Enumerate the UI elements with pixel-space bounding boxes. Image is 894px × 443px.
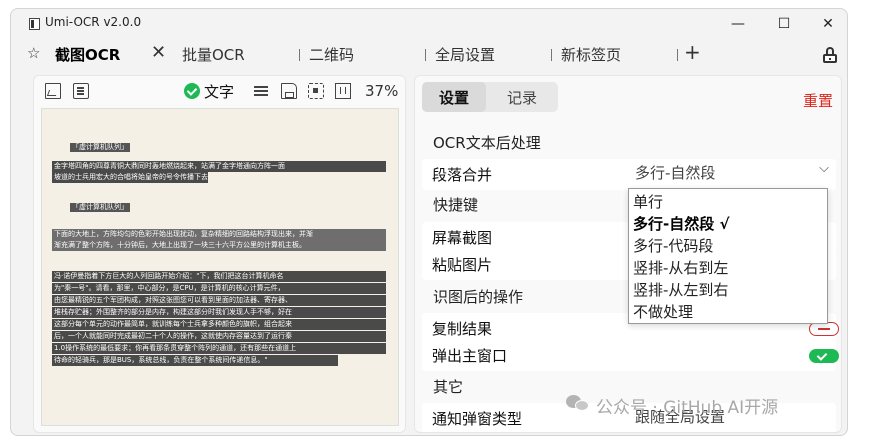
setting-row-popup-main: 弹出主窗口 — [422, 340, 839, 371]
notify-type-label: 通知弹窗类型 — [432, 410, 523, 428]
minimize-button[interactable]: — — [715, 9, 761, 39]
popup-main-toggle[interactable] — [809, 349, 839, 363]
ocr-image-preview[interactable]: 「虚计算机队列」 金字塔四角的四尊青铜大鼎同时轰地燃烧起来，站满了金字塔通向方阵… — [41, 108, 399, 426]
tab-divider — [299, 49, 300, 61]
tab-settings[interactable]: 设置 — [422, 82, 486, 112]
wechat-icon — [566, 395, 590, 413]
merge-select[interactable]: 多行-自然段 ⌵ — [635, 161, 835, 186]
preview-line: 金字塔四角的四尊青铜大鼎同时轰地燃烧起来，站满了金字塔通向方阵一面 — [52, 161, 386, 172]
section-other: 其它 — [433, 378, 464, 396]
image-background — [42, 109, 398, 425]
lock-icon[interactable] — [823, 47, 837, 63]
paste-hotkey-label: 粘贴图片 — [432, 256, 493, 274]
preview-line: 下面的大地上，方阵均匀的色彩开始出现扰动，复杂精细的回路结构浮现出来，并渐 — [52, 229, 386, 240]
copy-result-toggle[interactable] — [809, 322, 839, 336]
save-document-icon[interactable] — [281, 83, 297, 99]
text-lines-icon[interactable] — [253, 83, 269, 99]
preview-heading: 「虚计算机队列」 — [70, 143, 130, 152]
tab-bar: ☆ 截图OCR ✕ 批量OCR 二维码 全局设置 新标签页 + — [11, 39, 847, 69]
tab-divider — [425, 49, 426, 61]
tab-records[interactable]: 记录 — [490, 82, 554, 112]
tab-new-tab[interactable]: 新标签页 — [561, 42, 621, 66]
watermark-text: 公众号 · GitHub AI开源 — [596, 398, 779, 418]
zoom-level: 37% — [365, 82, 399, 100]
reset-button[interactable]: 重置 — [803, 90, 833, 111]
preview-line: 这部分每个单元的动作最简单，就训练每个士兵拿多种颜色的旗帜，组合起来 — [52, 319, 386, 330]
setting-row-merge: 段落合并 多行-自然段 ⌵ — [422, 159, 836, 190]
chevron-down-icon: ⌵ — [819, 161, 829, 176]
copy-image-icon[interactable] — [73, 83, 89, 99]
preview-line: 1.0操作系统的最低要求；你再看那条贯穿整个阵列的通道，还有那些在通道上 — [52, 343, 386, 354]
tab-screenshot-ocr[interactable]: 截图OCR — [55, 42, 120, 66]
fit-screen-icon[interactable] — [308, 83, 324, 99]
actual-size-icon[interactable] — [335, 83, 351, 99]
preview-line: 待命的轻骑兵，那是BUS，系统总线，负责在整个系统间传递信息。" — [52, 355, 338, 366]
section-ocr-post-processing: OCR文本后处理 — [433, 134, 541, 152]
dropdown-option[interactable]: 不做处理 — [633, 301, 693, 322]
dropdown-option[interactable]: 单行 — [633, 191, 663, 212]
preview-line: 为"秦一号"。请看，那里，中心部分，是CPU，是计算机的核心计算元件， — [52, 283, 386, 294]
app-logo-icon — [29, 18, 40, 30]
dropdown-option-selected[interactable]: 多行-自然段 √ — [633, 213, 729, 234]
add-tab-icon[interactable]: + — [684, 40, 701, 64]
close-tab-icon[interactable]: ✕ — [151, 42, 166, 63]
copy-result-label: 复制结果 — [432, 320, 493, 338]
tab-divider — [677, 49, 678, 61]
merge-dropdown-menu: 单行 多行-自然段 √ 多行-代码段 竖排-从右到左 竖排-从左到右 不做处理 — [628, 188, 828, 324]
maximize-button[interactable]: ☐ — [761, 9, 807, 39]
dropdown-option[interactable]: 竖排-从左到右 — [633, 279, 728, 300]
popup-main-label: 弹出主窗口 — [432, 347, 508, 365]
tab-qrcode[interactable]: 二维码 — [309, 42, 354, 66]
pin-icon[interactable]: ☆ — [27, 44, 40, 62]
preview-heading: 「虚计算机队列」 — [70, 203, 130, 212]
preview-line: 由您最精锐的五个军团构成，对照这张图您可以看到里面的加法器、寄存器、 — [52, 295, 386, 306]
settings-tabs: 设置 记录 — [422, 82, 558, 112]
title-bar: Umi-OCR v2.0.0 — ☐ ✕ — [11, 9, 847, 39]
window-title: Umi-OCR v2.0.0 — [45, 15, 142, 29]
tab-batch-ocr[interactable]: 批量OCR — [182, 42, 245, 66]
preview-line: 渐充满了整个方阵，十分钟后，大地上出现了一块三十六平方公里的计算机主板。 — [52, 240, 386, 251]
preview-toolbar: 文字 37% — [34, 76, 405, 106]
preview-line: 冯·诺伊曼指着下方巨大的人列回路开始介绍："下，我们把这台计算机命名 — [52, 271, 386, 282]
preview-line: 坡道的士兵用宏大的合唱将始皇帝的号令传播下去： — [52, 172, 208, 183]
preview-line: 后，一个人就能同时完成最初二十个人的操作，这就使内存容量达到了运行秦 — [52, 331, 386, 342]
dropdown-option[interactable]: 多行-代码段 — [633, 235, 713, 256]
section-hotkeys: 快捷键 — [433, 196, 479, 214]
preview-line: 堆栈存贮器；外围整齐的部分是内存，构建这部分时我们发现人手不够，好在 — [52, 307, 386, 318]
merge-select-value: 多行-自然段 — [635, 164, 716, 182]
dropdown-option[interactable]: 竖排-从右到左 — [633, 257, 728, 278]
app-window: Umi-OCR v2.0.0 — ☐ ✕ ☆ 截图OCR ✕ 批量OCR 二维码… — [10, 8, 848, 436]
tab-divider — [551, 49, 552, 61]
screenshot-hotkey-label: 屏幕截图 — [432, 229, 493, 247]
settings-panel: 设置 记录 重置 OCR文本后处理 段落合并 多行-自然段 ⌵ 快捷键 屏幕截图… — [414, 75, 842, 433]
text-toggle-label[interactable]: 文字 — [204, 81, 234, 102]
image-preview-panel: 文字 37% 「虚计算机队列」 金字塔四角的四尊青铜大鼎同时轰地燃烧起来，站满了… — [33, 75, 406, 433]
check-circle-icon[interactable] — [184, 83, 200, 99]
section-after-ocr: 识图后的操作 — [433, 288, 524, 306]
tab-global-settings[interactable]: 全局设置 — [435, 42, 495, 66]
merge-label: 段落合并 — [432, 166, 493, 184]
image-icon[interactable] — [45, 83, 61, 99]
close-window-button[interactable]: ✕ — [805, 9, 847, 39]
